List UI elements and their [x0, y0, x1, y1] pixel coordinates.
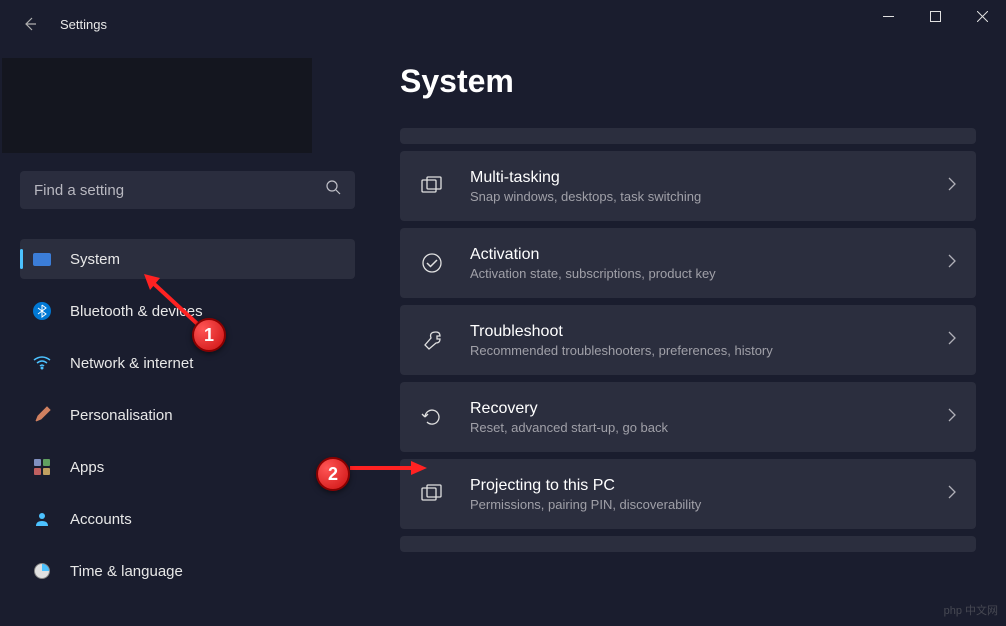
chevron-right-icon [948, 408, 956, 427]
check-icon [420, 251, 444, 275]
settings-desc: Recommended troubleshooters, preferences… [470, 343, 948, 358]
settings-item-troubleshoot[interactable]: Troubleshoot Recommended troubleshooters… [400, 305, 976, 375]
annotation-arrow-2 [345, 458, 430, 478]
annotation-callout-2: 2 [316, 457, 350, 491]
sidebar-item-personalisation[interactable]: Personalisation [20, 395, 355, 435]
sidebar-item-label: Personalisation [70, 407, 173, 424]
sidebar-item-label: Time & language [70, 563, 183, 580]
maximize-icon [930, 11, 941, 22]
settings-item-partial-top[interactable] [400, 128, 976, 144]
window-title: Settings [60, 17, 107, 32]
settings-desc: Activation state, subscriptions, product… [470, 266, 948, 281]
settings-title: Multi-tasking [470, 169, 948, 187]
search-icon [326, 180, 341, 200]
wifi-icon [32, 353, 52, 373]
sidebar-item-label: System [70, 251, 120, 268]
page-title: System [400, 63, 976, 100]
bluetooth-icon [32, 301, 52, 321]
recovery-icon [420, 405, 444, 429]
window-controls [865, 0, 1006, 32]
settings-title: Projecting to this PC [470, 477, 948, 495]
chevron-right-icon [948, 254, 956, 273]
minimize-icon [883, 11, 894, 22]
settings-text: Activation Activation state, subscriptio… [470, 246, 948, 281]
settings-desc: Permissions, pairing PIN, discoverabilit… [470, 497, 948, 512]
sidebar-item-apps[interactable]: Apps [20, 447, 355, 487]
settings-list: Multi-tasking Snap windows, desktops, ta… [400, 128, 976, 552]
sidebar-item-accounts[interactable]: Accounts [20, 499, 355, 539]
settings-desc: Reset, advanced start-up, go back [470, 420, 948, 435]
settings-text: Troubleshoot Recommended troubleshooters… [470, 323, 948, 358]
sidebar-item-label: Network & internet [70, 355, 193, 372]
brush-icon [32, 405, 52, 425]
maximize-button[interactable] [912, 0, 959, 32]
close-button[interactable] [959, 0, 1006, 32]
settings-text: Multi-tasking Snap windows, desktops, ta… [470, 169, 948, 204]
settings-desc: Snap windows, desktops, task switching [470, 189, 948, 204]
annotation-callout-1: 1 [192, 318, 226, 352]
multitask-icon [420, 174, 444, 198]
chevron-right-icon [948, 485, 956, 504]
content-area: System Multi-tasking Snap windows, deskt… [370, 48, 1006, 626]
settings-title: Troubleshoot [470, 323, 948, 341]
settings-title: Activation [470, 246, 948, 264]
minimize-button[interactable] [865, 0, 912, 32]
search-box[interactable] [20, 171, 355, 209]
settings-item-partial-bottom[interactable] [400, 536, 976, 552]
titlebar: Settings [0, 0, 1006, 48]
monitor-icon [32, 249, 52, 269]
back-button[interactable] [18, 12, 42, 36]
apps-icon [32, 457, 52, 477]
project-icon [420, 482, 444, 506]
settings-text: Projecting to this PC Permissions, pairi… [470, 477, 948, 512]
profile-area [2, 58, 312, 153]
chevron-right-icon [948, 331, 956, 350]
chevron-right-icon [948, 177, 956, 196]
settings-item-multitasking[interactable]: Multi-tasking Snap windows, desktops, ta… [400, 151, 976, 221]
close-icon [977, 11, 988, 22]
search-input[interactable] [34, 182, 326, 199]
sidebar-item-label: Apps [70, 459, 104, 476]
settings-text: Recovery Reset, advanced start-up, go ba… [470, 400, 948, 435]
clock-icon [32, 561, 52, 581]
settings-item-activation[interactable]: Activation Activation state, subscriptio… [400, 228, 976, 298]
settings-item-recovery[interactable]: Recovery Reset, advanced start-up, go ba… [400, 382, 976, 452]
settings-item-projecting[interactable]: Projecting to this PC Permissions, pairi… [400, 459, 976, 529]
wrench-icon [420, 328, 444, 352]
sidebar-item-time[interactable]: Time & language [20, 551, 355, 591]
back-arrow-icon [22, 16, 38, 32]
settings-title: Recovery [470, 400, 948, 418]
sidebar-item-label: Accounts [70, 511, 132, 528]
person-icon [32, 509, 52, 529]
sidebar-item-network[interactable]: Network & internet [20, 343, 355, 383]
watermark: php 中文网 [944, 602, 998, 618]
